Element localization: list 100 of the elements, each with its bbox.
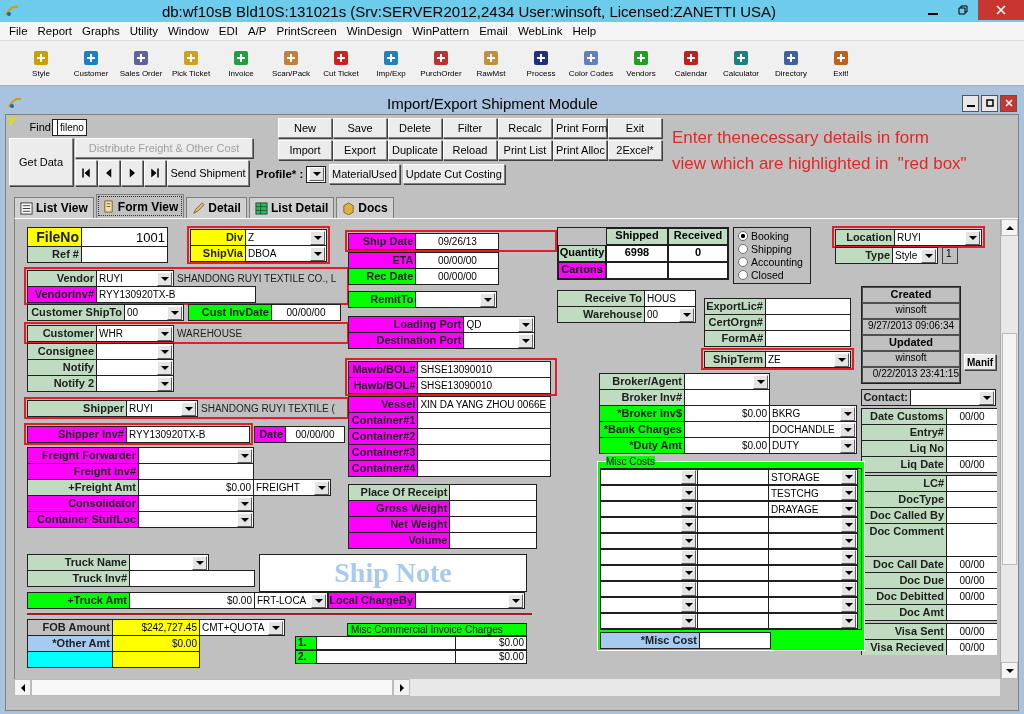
- menu-item[interactable]: WinDesign: [341, 25, 408, 37]
- combo-box[interactable]: [600, 517, 698, 533]
- combo-box[interactable]: DUTY: [769, 437, 857, 454]
- input-field[interactable]: [112, 651, 200, 668]
- combo-box[interactable]: [600, 501, 698, 517]
- input-field[interactable]: [697, 581, 769, 597]
- combo-box[interactable]: RUYI: [126, 400, 198, 417]
- dropdown-button[interactable]: [681, 502, 696, 516]
- dropdown-button[interactable]: [681, 614, 696, 628]
- dropdown-button[interactable]: [841, 582, 856, 596]
- input-field[interactable]: $0.00: [455, 636, 527, 650]
- radio-button[interactable]: [738, 270, 748, 280]
- dropdown-button[interactable]: [508, 593, 523, 608]
- radio-button[interactable]: [738, 257, 748, 267]
- toolbar-button[interactable]: Color Codes: [566, 43, 616, 83]
- input-field[interactable]: $0.00: [455, 650, 527, 664]
- update-button[interactable]: Update Cut Costing: [402, 164, 505, 184]
- combo-box[interactable]: [600, 485, 698, 501]
- dropdown-button[interactable]: [157, 360, 172, 375]
- toolbar-button[interactable]: Calculator: [716, 43, 766, 83]
- combo-box[interactable]: Style: [892, 247, 938, 264]
- menu-item[interactable]: Graphs: [77, 25, 125, 37]
- input-field[interactable]: [946, 604, 997, 621]
- input-field[interactable]: [449, 532, 538, 549]
- close-button[interactable]: [1000, 94, 1017, 112]
- combo-box[interactable]: [768, 581, 858, 597]
- combo-box[interactable]: [768, 549, 858, 565]
- combo-box[interactable]: [600, 469, 698, 485]
- input-field[interactable]: [697, 517, 769, 533]
- combo-box[interactable]: [768, 533, 858, 549]
- nav-button[interactable]: [75, 160, 97, 186]
- maximize-button[interactable]: [981, 94, 998, 112]
- combo-box[interactable]: ZE: [765, 351, 851, 368]
- dropdown-button[interactable]: [965, 230, 980, 245]
- tab[interactable]: Form View: [95, 194, 185, 218]
- toolbar-button[interactable]: Customer: [66, 43, 116, 83]
- dropdown-button[interactable]: [681, 534, 696, 548]
- toolbar-button[interactable]: Exit!: [816, 43, 866, 83]
- input-field[interactable]: 00/00/00: [415, 268, 500, 285]
- dropdown-button[interactable]: [314, 480, 329, 495]
- menu-item[interactable]: File: [4, 25, 33, 37]
- combo-box[interactable]: 00: [124, 304, 184, 321]
- input-field[interactable]: $0.00: [129, 592, 255, 609]
- dropdown-button[interactable]: [681, 486, 696, 500]
- input-field[interactable]: [697, 549, 769, 565]
- menu-item[interactable]: Utility: [124, 25, 163, 37]
- dropdown-button[interactable]: [268, 620, 283, 635]
- dropdown-button[interactable]: [157, 271, 172, 286]
- combo-box[interactable]: [600, 597, 698, 613]
- dropdown-button[interactable]: [681, 582, 696, 596]
- dropdown-button[interactable]: [181, 401, 196, 416]
- dropdown-button[interactable]: [518, 317, 534, 332]
- combo-box[interactable]: [138, 511, 254, 528]
- toolbar-button[interactable]: Process: [516, 43, 566, 83]
- dropdown-button[interactable]: [237, 512, 252, 527]
- dropdown-button[interactable]: [310, 246, 325, 261]
- radio-option[interactable]: Closed: [738, 269, 806, 281]
- action-button[interactable]: Export: [333, 140, 387, 160]
- input-field[interactable]: SHSE13090010: [417, 377, 552, 394]
- action-button[interactable]: 2Excel*: [608, 140, 662, 160]
- combo-box[interactable]: [600, 581, 698, 597]
- dropdown-button[interactable]: [841, 550, 856, 564]
- combo-box[interactable]: FREIGHT: [253, 479, 331, 496]
- input-field[interactable]: $0.00: [684, 437, 770, 454]
- input-field[interactable]: [697, 565, 769, 581]
- menu-item[interactable]: Help: [567, 25, 602, 37]
- send-button[interactable]: Send Shipment: [167, 160, 249, 186]
- combo-box[interactable]: [415, 291, 498, 308]
- radio-option[interactable]: Booking: [738, 230, 806, 242]
- scrollbar[interactable]: [14, 679, 1000, 696]
- dropdown-button[interactable]: [311, 593, 326, 608]
- toolbar-button[interactable]: PurchOrder: [416, 43, 466, 83]
- dropdown-button[interactable]: [840, 406, 855, 421]
- combo-box[interactable]: [600, 533, 698, 549]
- input-field[interactable]: fileno: [57, 118, 87, 136]
- toolbar-button[interactable]: Directory: [766, 43, 816, 83]
- radio-option[interactable]: Shipping: [738, 243, 806, 255]
- combo-box[interactable]: [96, 375, 174, 392]
- dropdown-button[interactable]: [518, 333, 534, 348]
- action-button[interactable]: Recalc: [498, 118, 552, 138]
- input-field[interactable]: 1001: [81, 227, 168, 247]
- dropdown-button[interactable]: [841, 614, 856, 628]
- dropdown-button[interactable]: [237, 496, 252, 511]
- action-button[interactable]: Print Form: [553, 118, 607, 138]
- dropdown-button[interactable]: [841, 486, 856, 500]
- dropdown-button[interactable]: [167, 305, 182, 320]
- combo-box[interactable]: STORAGE: [768, 469, 858, 485]
- action-button[interactable]: Save: [333, 118, 387, 138]
- action-button[interactable]: Delete: [388, 118, 442, 138]
- input-field[interactable]: 09/26/13: [415, 233, 500, 250]
- combo-box[interactable]: FRT-LOCA: [254, 592, 328, 609]
- toolbar-button[interactable]: Invoice: [216, 43, 266, 83]
- menu-item[interactable]: Email: [474, 25, 513, 37]
- combo-box[interactable]: [600, 565, 698, 581]
- tab[interactable]: List View: [14, 197, 94, 218]
- minimize-button[interactable]: [962, 94, 979, 112]
- nav-button[interactable]: [144, 160, 166, 186]
- menu-item[interactable]: Report: [32, 25, 78, 37]
- action-button[interactable]: Reload: [443, 140, 497, 160]
- dropdown-button[interactable]: [753, 374, 768, 389]
